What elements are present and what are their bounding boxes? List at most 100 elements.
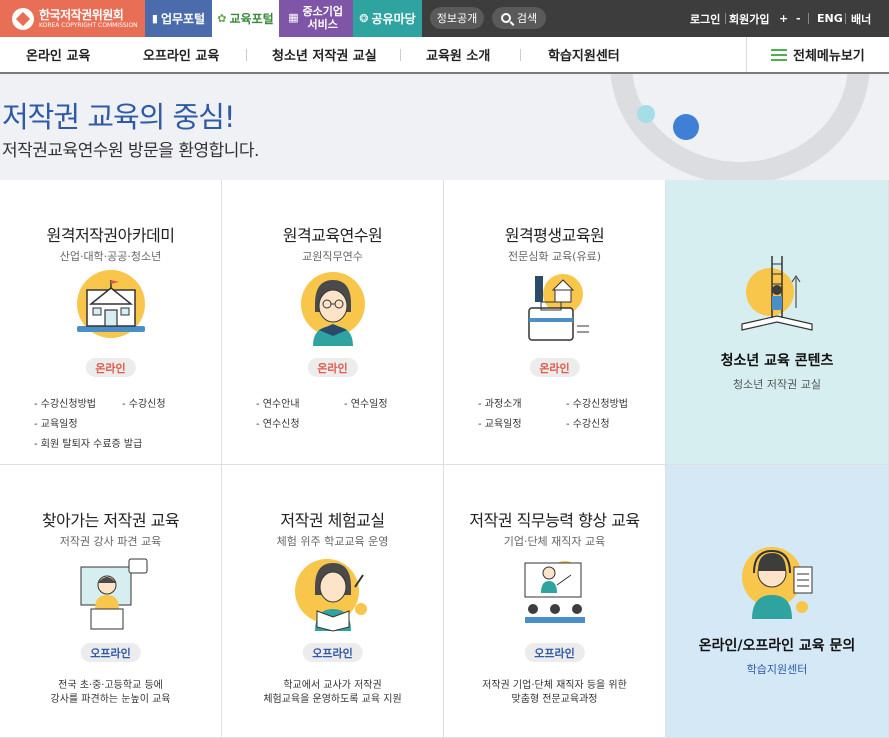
link-apply[interactable]: - 수강신청 — [122, 395, 166, 410]
card-links: - 과정소개 - 수강신청방법 - 교육일정 - 수강신청 — [478, 395, 648, 435]
card-links: - 수강신청방법 - 수강신청 - 교육일정 - 회원 탈퇴자 수료증 발급 — [34, 395, 204, 450]
card-visiting-edu[interactable]: 찾아가는 저작권 교육 저작권 강사 파견 교육 오프라인 전국 초·중·고등학… — [0, 465, 222, 738]
card-subtitle: 교원직무연수 — [302, 250, 363, 263]
card-subtitle: 저작권 강사 파견 교육 — [59, 535, 162, 548]
card-title: 원격교육연수원 — [282, 226, 383, 245]
card-lifelong[interactable]: 원격평생교육원 전문심화 교육(유료) 온라인 - 과정소개 - 수강신청방법 … — [444, 180, 666, 465]
description-line: 강사를 파견하는 눈높이 교육 — [50, 693, 171, 705]
link-schedule[interactable]: - 교육일정 — [34, 415, 78, 430]
card-subtitle: 체험 위주 학교교육 운영 — [276, 535, 389, 548]
card-subtitle: 기업·단체 재직자 교육 — [503, 535, 606, 548]
online-badge: 온라인 — [85, 358, 136, 377]
divider — [246, 49, 247, 61]
zoom-out-button[interactable]: - — [796, 0, 801, 37]
top-bar: 한국저작권위원회 KOREA COPYRIGHT COMMISSION ▮ 업무… — [0, 0, 889, 37]
divider — [400, 49, 401, 61]
card-job-training[interactable]: 저작권 직무능력 향상 교육 기업·단체 재직자 교육 오프라인 저작권 기업·… — [444, 465, 666, 738]
divider — [520, 49, 521, 61]
lecturer-icon — [80, 558, 147, 630]
card-academy[interactable]: 원격저작권아카데미 산업·대학·공공·청소년 온라인 - 수강신청방법 - 수강… — [0, 180, 222, 465]
nav-item-offline[interactable]: 오프라인 교육 — [143, 37, 219, 72]
banner-toggle[interactable]: 배너 — [851, 0, 871, 37]
brand-logo-icon — [12, 7, 34, 30]
nav-item-support[interactable]: 학습지원센터 — [548, 37, 620, 72]
card-title: 원격평생교육원 — [504, 226, 605, 245]
card-links: - 연수안내 - 연수일정 - 연수신청 — [256, 395, 426, 435]
link-apply[interactable]: - 연수신청 — [256, 415, 300, 430]
link-schedule[interactable]: - 교육일정 — [478, 415, 522, 430]
brand-logo-link[interactable]: 한국저작권위원회 KOREA COPYRIGHT COMMISSION — [0, 0, 145, 37]
link-certificate[interactable]: - 회원 탈퇴자 수료증 발급 — [34, 435, 142, 450]
link-apply-method[interactable]: - 수강신청방법 — [566, 395, 628, 410]
sprout-icon: ✿ — [217, 12, 227, 25]
school-laptop-icon — [76, 270, 145, 338]
link-course-intro[interactable]: - 과정소개 — [478, 395, 522, 410]
divider — [845, 13, 846, 24]
card-title: 온라인/오프라인 교육 문의 — [698, 638, 856, 654]
card-youth-content[interactable]: 청소년 교육 콘텐츠 청소년 저작권 교실 — [666, 180, 889, 465]
offline-badge: 오프라인 — [80, 643, 141, 662]
share-icon: ❂ — [359, 12, 369, 25]
search-icon — [500, 13, 511, 23]
card-subtitle: 청소년 저작권 교실 — [733, 378, 821, 391]
decorative-dot — [637, 105, 655, 123]
online-badge: 온라인 — [307, 358, 358, 377]
decorative-arc — [610, 74, 870, 180]
card-subtitle: 학습지원센터 — [746, 663, 808, 676]
link-apply[interactable]: - 수강신청 — [566, 415, 610, 430]
ladder-book-icon — [741, 256, 813, 331]
info-disclosure-button[interactable]: 정보공개 — [430, 7, 484, 29]
link-guide[interactable]: - 연수안내 — [256, 395, 300, 410]
teacher-icon — [300, 272, 365, 346]
search-button[interactable]: 검색 — [492, 7, 546, 29]
card-title: 저작권 직무능력 향상 교육 — [469, 511, 640, 530]
portal-tab-label: 업무포털 — [160, 12, 206, 26]
description-line: 맞춤형 전문교육과정 — [511, 693, 598, 705]
portal-tab-label: 공유마당 — [371, 12, 416, 26]
card-inquiry[interactable]: 온라인/오프라인 교육 문의 학습지원센터 — [666, 465, 889, 738]
brand-sub: KOREA COPYRIGHT COMMISSION — [39, 21, 138, 29]
description-line: 학교에서 교사가 저작권 — [283, 680, 382, 691]
card-description: 전국 초·중·고등학교 등에 강사를 파견하는 눈높이 교육 — [0, 679, 221, 706]
offline-badge: 오프라인 — [524, 643, 585, 662]
card-description: 저작권 기업·단체 재직자 등을 위한 맞춤형 전문교육과정 — [444, 679, 665, 706]
join-link[interactable]: 회원가입 — [729, 0, 769, 37]
brand-name: 한국저작권위원회 — [39, 7, 124, 22]
card-title: 저작권 체험교실 — [280, 511, 385, 530]
card-teacher-training[interactable]: 원격교육연수원 교원직무연수 온라인 - 연수안내 - 연수일정 - 연수신청 — [222, 180, 444, 465]
headset-agent-icon — [742, 547, 813, 619]
office-icon: ▦ — [288, 11, 299, 25]
hero-banner: 저작권 교육의 중심! 저작권교육연수원 방문을 환영합니다. — [0, 74, 889, 180]
description-line: 전국 초·중·고등학교 등에 — [58, 680, 163, 691]
portal-tab-edu[interactable]: ✿ 교육포털 — [212, 0, 279, 37]
briefcase-icon — [527, 274, 589, 341]
login-link[interactable]: 로그인 — [690, 0, 720, 37]
card-experience-class[interactable]: 저작권 체험교실 체험 위주 학교교육 운영 오프라인 학교에서 교사가 저작권… — [222, 465, 444, 738]
portal-tab-work[interactable]: ▮ 업무포털 — [145, 0, 212, 37]
hero-subtitle: 저작권교육연수원 방문을 환영합니다. — [2, 141, 259, 161]
divider — [808, 13, 809, 24]
portal-tab-sme[interactable]: ▦ 중소기업 서비스 — [279, 0, 353, 37]
english-link[interactable]: ENG — [817, 0, 843, 37]
hero-title: 저작권 교육의 중심! — [2, 100, 236, 134]
card-subtitle: 산업·대학·공공·청소년 — [59, 250, 162, 263]
hamburger-icon — [771, 48, 787, 61]
zoom-in-button[interactable]: + — [779, 0, 788, 37]
reading-student-icon — [294, 559, 367, 632]
card-title: 청소년 교육 콘텐츠 — [720, 353, 834, 369]
nav-item-youth[interactable]: 청소년 저작권 교실 — [272, 37, 377, 72]
search-label: 검색 — [516, 12, 538, 25]
nav-item-about[interactable]: 교육원 소개 — [426, 37, 490, 72]
description-line: 저작권 기업·단체 재직자 등을 위한 — [482, 680, 627, 691]
all-menu-button[interactable]: 전체메뉴보기 — [746, 37, 889, 72]
card-title: 찾아가는 저작권 교육 — [41, 511, 180, 530]
info-disclosure-label: 정보공개 — [436, 12, 478, 25]
divider — [725, 13, 726, 24]
link-schedule[interactable]: - 연수일정 — [344, 395, 388, 410]
portal-tab-share[interactable]: ❂ 공유마당 — [353, 0, 422, 37]
offline-badge: 오프라인 — [302, 643, 363, 662]
portal-tab-label: 중소기업 서비스 — [302, 5, 343, 31]
nav-item-online[interactable]: 온라인 교육 — [26, 37, 90, 72]
link-apply-method[interactable]: - 수강신청방법 — [34, 395, 96, 410]
card-title: 원격저작권아카데미 — [46, 226, 175, 245]
